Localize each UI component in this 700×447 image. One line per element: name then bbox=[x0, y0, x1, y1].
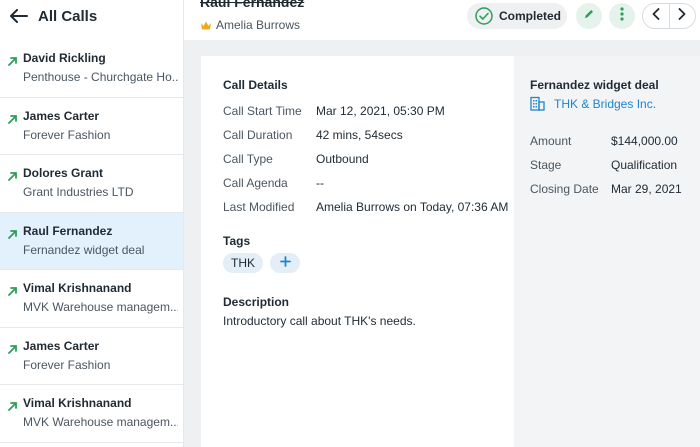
detail-label: Call Agenda bbox=[223, 176, 288, 190]
detail-value: 42 mins, 54secs bbox=[316, 128, 403, 142]
detail-label: Call Type bbox=[223, 152, 273, 166]
building-icon bbox=[530, 96, 545, 111]
deal-name: Fernandez widget deal bbox=[530, 78, 659, 92]
outgoing-call-icon bbox=[8, 166, 23, 212]
call-list-item[interactable]: Vimal Krishnanand MVK Warehouse managem..… bbox=[0, 270, 183, 328]
status-completed-button[interactable]: Completed bbox=[467, 3, 567, 29]
status-label: Completed bbox=[499, 9, 562, 23]
call-contact-name: Vimal Krishnanand bbox=[23, 281, 132, 295]
call-contact-name: James Carter bbox=[23, 108, 100, 123]
call-list-item[interactable]: Vimal Krishnanand MVK Warehouse managem..… bbox=[0, 385, 183, 443]
call-related-to: Penthouse - Churchgate Ho... bbox=[23, 70, 178, 84]
call-title: Raul Fernandez bbox=[200, 0, 305, 10]
previous-record-button[interactable] bbox=[643, 4, 669, 28]
call-related-to: Forever Fashion bbox=[23, 357, 111, 372]
calls-sidebar: All Calls David Rickling Penthouse - Chur… bbox=[0, 0, 184, 447]
outgoing-call-icon bbox=[8, 109, 23, 155]
sidebar-header: All Calls bbox=[0, 0, 183, 32]
call-list: David Rickling Penthouse - Churchgate Ho.… bbox=[0, 40, 183, 443]
chevron-right-icon bbox=[678, 7, 686, 25]
detail-label: Call Duration bbox=[223, 128, 293, 142]
company-name[interactable]: THK & Bridges Inc. bbox=[554, 97, 656, 111]
call-contact-name: David Rickling bbox=[23, 51, 106, 65]
call-related-to: Fernandez widget deal bbox=[23, 242, 145, 257]
more-vertical-icon bbox=[620, 6, 624, 26]
back-arrow-icon[interactable] bbox=[9, 6, 29, 26]
related-deal-panel: Fernandez widget deal THK & Bridges Inc.… bbox=[514, 56, 700, 447]
more-options-button[interactable] bbox=[609, 3, 635, 29]
deal-field-label: Stage bbox=[530, 158, 562, 172]
record-header: Raul Fernandez Amelia Burrows Completed bbox=[184, 0, 700, 40]
description-text: Introductory call about THK's needs. bbox=[223, 314, 416, 328]
tag-chip[interactable]: THK bbox=[223, 253, 263, 273]
detail-value: Amelia Burrows on Today, 07:36 AM bbox=[316, 200, 509, 214]
call-details-heading: Call Details bbox=[223, 78, 288, 92]
add-tag-button[interactable] bbox=[270, 253, 300, 273]
deal-field-label: Closing Date bbox=[530, 182, 599, 196]
deal-field-value: Qualification bbox=[611, 158, 678, 172]
outgoing-call-icon bbox=[8, 51, 23, 97]
detail-label: Last Modified bbox=[223, 200, 295, 214]
detail-value: Mar 12, 2021, 05:30 PM bbox=[316, 104, 445, 118]
call-details-panel: Call Details Call Start Time Mar 12, 202… bbox=[201, 56, 514, 447]
call-contact-name: Vimal Krishnanand bbox=[23, 396, 132, 410]
call-contact-name: Dolores Grant bbox=[23, 166, 104, 180]
edit-button[interactable] bbox=[576, 3, 602, 29]
call-related-to: MVK Warehouse managem... bbox=[23, 300, 178, 314]
call-list-item[interactable]: Dolores Grant Grant Industries LTD bbox=[0, 155, 183, 213]
crown-icon bbox=[200, 20, 212, 31]
call-list-item[interactable]: David Rickling Penthouse - Churchgate Ho.… bbox=[0, 40, 183, 98]
deal-field-label: Amount bbox=[530, 134, 572, 148]
outgoing-call-icon bbox=[8, 339, 23, 385]
check-circle-icon bbox=[475, 7, 493, 25]
plus-icon bbox=[279, 254, 291, 272]
call-related-to: Grant Industries LTD bbox=[23, 185, 134, 199]
outgoing-call-icon bbox=[8, 224, 23, 270]
call-related-to: MVK Warehouse managem... bbox=[23, 415, 178, 429]
call-list-item-selected[interactable]: Raul Fernandez Fernandez widget deal bbox=[0, 212, 183, 270]
detail-value: Outbound bbox=[316, 152, 369, 166]
outgoing-call-icon bbox=[8, 281, 23, 327]
call-list-item[interactable]: James Carter Forever Fashion bbox=[0, 328, 183, 385]
next-record-button[interactable] bbox=[670, 4, 696, 28]
company-link[interactable]: THK & Bridges Inc. bbox=[530, 96, 656, 111]
sidebar-title: All Calls bbox=[38, 7, 98, 25]
record-navigation bbox=[642, 3, 696, 29]
description-heading: Description bbox=[223, 295, 290, 309]
call-contact-name: James Carter bbox=[23, 338, 100, 353]
pencil-icon bbox=[583, 7, 595, 25]
tags-heading: Tags bbox=[223, 234, 251, 248]
chevron-left-icon bbox=[652, 7, 660, 25]
call-list-item[interactable]: James Carter Forever Fashion bbox=[0, 98, 183, 155]
detail-label: Call Start Time bbox=[223, 104, 302, 118]
call-contact-name: Raul Fernandez bbox=[23, 223, 113, 238]
owner-name: Amelia Burrows bbox=[216, 18, 301, 32]
deal-field-value: $144,000.00 bbox=[611, 134, 678, 148]
detail-value: -- bbox=[316, 176, 324, 190]
outgoing-call-icon bbox=[8, 396, 23, 442]
call-owner: Amelia Burrows bbox=[200, 18, 300, 32]
deal-field-value: Mar 29, 2021 bbox=[611, 182, 682, 196]
call-related-to: Forever Fashion bbox=[23, 127, 111, 142]
